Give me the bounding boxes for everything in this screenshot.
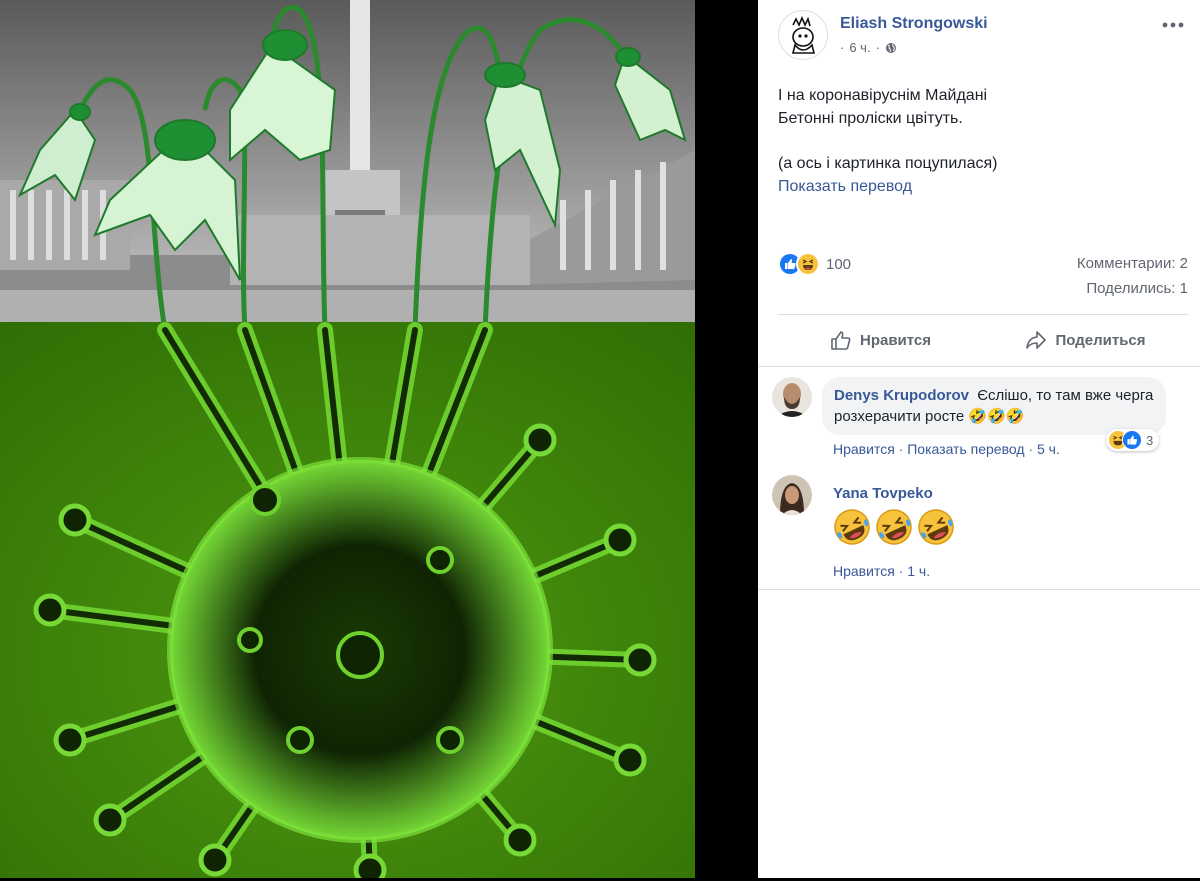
comments-section: Denys Krupodorov Єслішо, то там вже черг… (758, 366, 1200, 590)
comment-like-link[interactable]: Нравится (833, 563, 895, 579)
post-photo[interactable] (0, 0, 695, 878)
comment-time[interactable]: 5 ч. (1037, 441, 1060, 457)
maidan-virus-illustration (0, 0, 695, 878)
like-button-label: Нравится (859, 331, 932, 349)
post-line: І на коронавіруснім Майдані (778, 87, 988, 104)
post-panel: Eliash Strongowski · 6 ч. · І на коронав… (758, 0, 1200, 878)
comment-action-separator: · (898, 563, 904, 579)
comment-author[interactable]: Denys Krupodorov (834, 387, 969, 404)
author-avatar[interactable] (778, 10, 828, 60)
comment-actions: Нравится · Показать перевод · 5 ч. (833, 441, 1060, 457)
post-author[interactable]: Eliash Strongowski (840, 15, 988, 33)
commenter-avatar[interactable] (772, 377, 812, 417)
divider (778, 314, 1188, 315)
comment-action-separator: · (1028, 441, 1034, 457)
post-meta: · 6 ч. · (840, 40, 897, 55)
rolling-laughing-emoji (876, 509, 912, 545)
post-line: (а ось і картинка поцупилася) (778, 155, 998, 172)
share-button[interactable]: Поделиться (983, 316, 1188, 364)
post-line: Бетонні проліски цвітуть. (778, 110, 963, 127)
comment-translate-link[interactable]: Показать перевод (907, 441, 1024, 457)
comment-action-separator: · (898, 441, 904, 457)
comment-item: Yana Tovpeko Нравится · 1 ч. (758, 467, 1200, 589)
comment-author[interactable]: Yana Tovpeko (833, 485, 933, 502)
thumbs-up-icon (831, 331, 851, 350)
comment-reactions[interactable]: 3 (1106, 429, 1160, 451)
globe-icon[interactable] (885, 42, 897, 54)
comment-bubble: Denys Krupodorov Єслішо, то там вже черг… (822, 377, 1166, 435)
like-reaction-icon (1122, 430, 1142, 450)
commenter-avatar[interactable] (772, 475, 812, 515)
share-button-label: Поделиться (1055, 331, 1146, 349)
post-text: І на коронавіруснім Майдані Бетонні прол… (778, 84, 1180, 198)
shares-count-link[interactable]: Поделились: 1 (1086, 280, 1188, 297)
post-header: Eliash Strongowski · 6 ч. · (778, 10, 1188, 64)
reactions-summary[interactable]: 100 (778, 252, 851, 276)
post-stats: 100 Комментарии: 2 Поделились: 1 (778, 252, 1188, 302)
more-dots-icon[interactable] (1162, 20, 1184, 30)
post-actions: Нравится Поделиться (778, 316, 1188, 364)
rolling-laughing-emoji (834, 509, 870, 545)
meta-separator: · (875, 40, 880, 55)
share-arrow-icon (1026, 331, 1047, 349)
reactions-count: 100 (826, 255, 852, 273)
comment-emoji-row (832, 507, 956, 547)
rolling-laughing-emoji (918, 509, 954, 545)
show-translation-link[interactable]: Показать перевод (778, 175, 1180, 198)
post-time[interactable]: 6 ч. (849, 40, 870, 55)
comment-time[interactable]: 1 ч. (907, 563, 930, 579)
comment-item: Denys Krupodorov Єслішо, то там вже черг… (758, 367, 1200, 467)
comments-count-link[interactable]: Комментарии: 2 (1077, 255, 1188, 272)
divider (758, 589, 1200, 590)
like-button[interactable]: Нравится (778, 316, 983, 364)
comment-reaction-count: 3 (1146, 432, 1154, 448)
comment-actions: Нравится · 1 ч. (833, 563, 930, 579)
meta-separator: · (840, 40, 845, 55)
comment-like-link[interactable]: Нравится (833, 441, 895, 457)
haha-reaction-icon (796, 252, 820, 276)
